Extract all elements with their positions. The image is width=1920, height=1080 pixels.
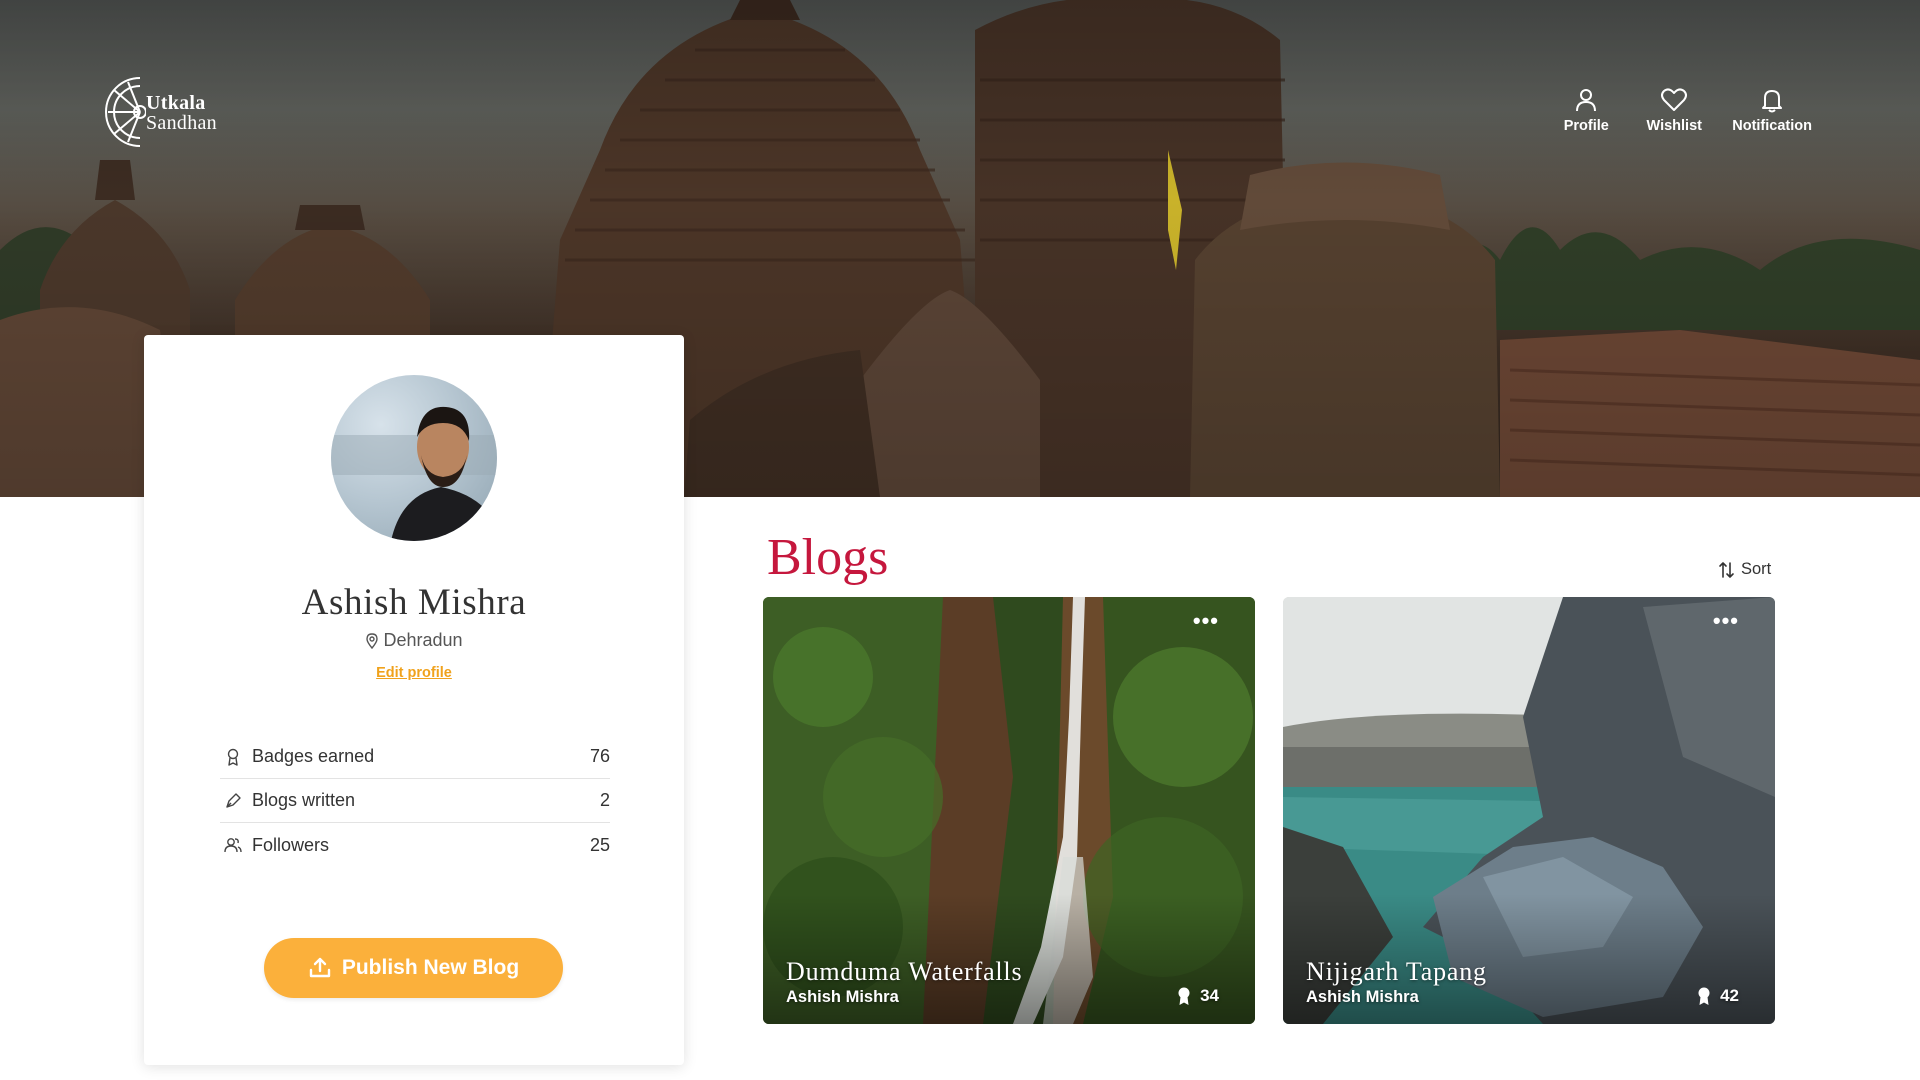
- stat-row-badges: Badges earned 76: [220, 735, 610, 779]
- blog-card-dumduma[interactable]: ••• Dumduma Waterfalls Ashish Mishra 34: [763, 597, 1255, 1024]
- blog-author: Ashish Mishra: [1306, 988, 1419, 1006]
- user-icon: [1576, 89, 1597, 112]
- profile-name: Ashish Mishra: [301, 582, 527, 623]
- nav-profile-label: Profile: [1563, 118, 1609, 134]
- upload-icon: [309, 957, 331, 978]
- nav-wishlist-label: Wishlist: [1646, 118, 1702, 134]
- sort-button[interactable]: Sort: [1718, 560, 1771, 579]
- bell-icon: [1762, 90, 1783, 113]
- publish-button-label: Publish New Blog: [341, 956, 520, 979]
- badge-icon: [224, 748, 242, 766]
- stat-row-followers: Followers 25: [220, 823, 610, 867]
- heart-icon: [1661, 88, 1688, 111]
- nav-notification[interactable]: Notification: [1732, 86, 1812, 134]
- stat-label: Blogs written: [252, 790, 356, 810]
- location-pin-icon: [366, 632, 379, 649]
- blog-title: Dumduma Waterfalls: [786, 957, 1023, 986]
- avatar-photo: [331, 406, 497, 541]
- badge-icon: [1698, 987, 1710, 1005]
- stat-value: 76: [589, 746, 610, 766]
- publish-new-blog-button[interactable]: Publish New Blog: [264, 938, 563, 998]
- top-navigation: Profile Wishlist Notification: [1556, 86, 1812, 134]
- badge-icon: [1178, 987, 1190, 1005]
- avatar[interactable]: [331, 375, 497, 541]
- brand-logo[interactable]: Utkala Sandhan: [100, 72, 250, 152]
- blog-title: Nijigarh Tapang: [1306, 957, 1487, 986]
- nav-wishlist[interactable]: Wishlist: [1644, 86, 1704, 134]
- blog-author: Ashish Mishra: [786, 988, 899, 1006]
- profile-location-text: Dehradun: [383, 630, 463, 650]
- profile-location: Dehradun: [144, 630, 684, 651]
- blogs-heading: Blogs: [767, 529, 889, 586]
- badge-count-value: 42: [1720, 986, 1739, 1005]
- badge-count-value: 34: [1200, 986, 1219, 1005]
- konark-wheel-icon: [105, 77, 146, 147]
- stat-row-blogs: Blogs written 2: [220, 779, 610, 823]
- profile-card: Ashish Mishra Dehradun Edit profile Badg…: [144, 335, 684, 1065]
- stat-label: Badges earned: [252, 746, 375, 766]
- blog-badge-count: 42: [1696, 986, 1739, 1006]
- stat-value: 2: [599, 790, 610, 810]
- nav-notification-label: Notification: [1732, 118, 1812, 134]
- stat-label: Followers: [252, 834, 330, 855]
- profile-stats: Badges earned 76 Blogs written 2 Followe…: [220, 735, 610, 867]
- more-options-button[interactable]: •••: [1713, 610, 1739, 632]
- brand-name-line2: Sandhan: [146, 112, 217, 134]
- followers-icon: [224, 836, 242, 854]
- edit-profile-link[interactable]: Edit profile: [144, 665, 684, 681]
- blog-badge-count: 34: [1176, 986, 1219, 1006]
- nav-profile[interactable]: Profile: [1556, 86, 1616, 134]
- more-options-button[interactable]: •••: [1193, 610, 1219, 632]
- sort-label: Sort: [1741, 560, 1772, 578]
- stat-value: 25: [589, 834, 610, 855]
- blog-card-nijigarh[interactable]: ••• Nijigarh Tapang Ashish Mishra 42: [1283, 597, 1775, 1024]
- pen-icon: [224, 792, 242, 810]
- sort-icon: [1719, 561, 1734, 578]
